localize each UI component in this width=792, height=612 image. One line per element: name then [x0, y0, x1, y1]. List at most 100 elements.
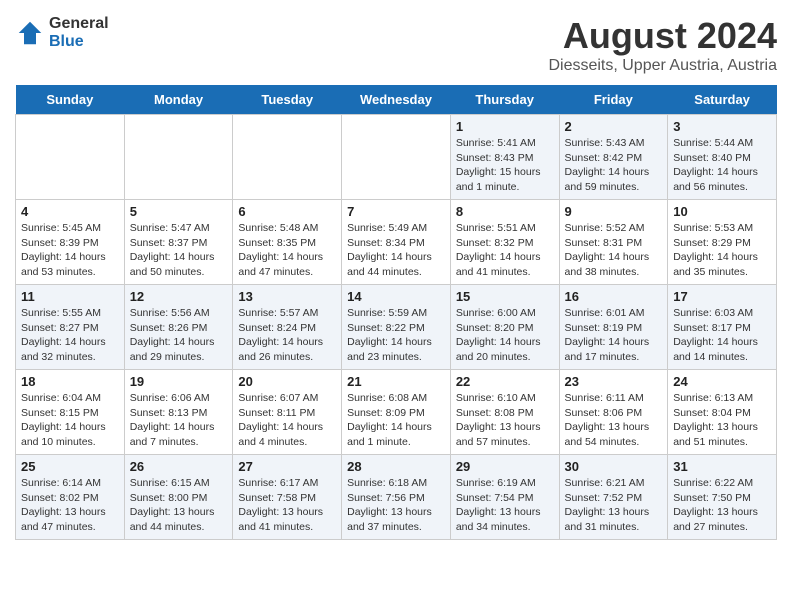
- day-info: Sunrise: 6:14 AM Sunset: 8:02 PM Dayligh…: [21, 476, 119, 535]
- day-number: 1: [456, 119, 554, 134]
- week-row-3: 11 Sunrise: 5:55 AM Sunset: 8:27 PM Dayli…: [16, 285, 777, 370]
- day-info: Sunrise: 5:56 AM Sunset: 8:26 PM Dayligh…: [130, 306, 228, 365]
- day-info: Sunrise: 6:01 AM Sunset: 8:19 PM Dayligh…: [565, 306, 663, 365]
- day-cell: 26 Sunrise: 6:15 AM Sunset: 8:00 PM Dayli…: [124, 455, 233, 540]
- day-cell: 15 Sunrise: 6:00 AM Sunset: 8:20 PM Dayli…: [450, 285, 559, 370]
- day-cell: 27 Sunrise: 6:17 AM Sunset: 7:58 PM Dayli…: [233, 455, 342, 540]
- day-number: 28: [347, 459, 445, 474]
- day-number: 26: [130, 459, 228, 474]
- day-cell: 19Sunrise: 6:06 AM Sunset: 8:13 PM Dayli…: [124, 370, 233, 455]
- calendar-table: SundayMondayTuesdayWednesdayThursdayFrid…: [15, 85, 777, 540]
- column-header-friday: Friday: [559, 85, 668, 115]
- day-cell: 23 Sunrise: 6:11 AM Sunset: 8:06 PM Dayli…: [559, 370, 668, 455]
- day-cell: 18Sunrise: 6:04 AM Sunset: 8:15 PM Dayli…: [16, 370, 125, 455]
- day-cell: 20 Sunrise: 6:07 AM Sunset: 8:11 PM Dayli…: [233, 370, 342, 455]
- main-title: August 2024: [548, 15, 777, 57]
- day-cell: 6 Sunrise: 5:48 AM Sunset: 8:35 PM Daylig…: [233, 200, 342, 285]
- day-info: Sunrise: 6:15 AM Sunset: 8:00 PM Dayligh…: [130, 476, 228, 535]
- day-cell: 24Sunrise: 6:13 AM Sunset: 8:04 PM Dayli…: [668, 370, 777, 455]
- day-cell: 13Sunrise: 5:57 AM Sunset: 8:24 PM Dayli…: [233, 285, 342, 370]
- day-info: Sunrise: 6:07 AM Sunset: 8:11 PM Dayligh…: [238, 391, 336, 450]
- day-cell: 25 Sunrise: 6:14 AM Sunset: 8:02 PM Dayli…: [16, 455, 125, 540]
- logo-general: General: [49, 15, 109, 33]
- day-cell: 8 Sunrise: 5:51 AM Sunset: 8:32 PM Daylig…: [450, 200, 559, 285]
- column-header-thursday: Thursday: [450, 85, 559, 115]
- day-cell: 3 Sunrise: 5:44 AM Sunset: 8:40 PM Daylig…: [668, 115, 777, 200]
- day-cell: 17 Sunrise: 6:03 AM Sunset: 8:17 PM Dayli…: [668, 285, 777, 370]
- day-info: Sunrise: 6:18 AM Sunset: 7:56 PM Dayligh…: [347, 476, 445, 535]
- day-info: Sunrise: 5:48 AM Sunset: 8:35 PM Dayligh…: [238, 221, 336, 280]
- day-info: Sunrise: 6:10 AM Sunset: 8:08 PM Dayligh…: [456, 391, 554, 450]
- week-row-2: 4 Sunrise: 5:45 AM Sunset: 8:39 PM Daylig…: [16, 200, 777, 285]
- day-cell: 1 Sunrise: 5:41 AM Sunset: 8:43 PM Daylig…: [450, 115, 559, 200]
- day-info: Sunrise: 5:44 AM Sunset: 8:40 PM Dayligh…: [673, 136, 771, 195]
- day-number: 12: [130, 289, 228, 304]
- day-cell: 4 Sunrise: 5:45 AM Sunset: 8:39 PM Daylig…: [16, 200, 125, 285]
- day-cell: 16 Sunrise: 6:01 AM Sunset: 8:19 PM Dayli…: [559, 285, 668, 370]
- day-number: 23: [565, 374, 663, 389]
- day-number: 15: [456, 289, 554, 304]
- day-number: 7: [347, 204, 445, 219]
- day-cell: 2Sunrise: 5:43 AM Sunset: 8:42 PM Daylig…: [559, 115, 668, 200]
- day-info: Sunrise: 5:55 AM Sunset: 8:27 PM Dayligh…: [21, 306, 119, 365]
- day-number: 5: [130, 204, 228, 219]
- week-row-5: 25 Sunrise: 6:14 AM Sunset: 8:02 PM Dayli…: [16, 455, 777, 540]
- day-cell: 28 Sunrise: 6:18 AM Sunset: 7:56 PM Dayli…: [342, 455, 451, 540]
- day-info: Sunrise: 6:11 AM Sunset: 8:06 PM Dayligh…: [565, 391, 663, 450]
- day-number: 6: [238, 204, 336, 219]
- day-number: 17: [673, 289, 771, 304]
- day-info: Sunrise: 5:41 AM Sunset: 8:43 PM Dayligh…: [456, 136, 554, 195]
- day-info: Sunrise: 5:59 AM Sunset: 8:22 PM Dayligh…: [347, 306, 445, 365]
- day-number: 31: [673, 459, 771, 474]
- day-number: 3: [673, 119, 771, 134]
- day-info: Sunrise: 6:13 AM Sunset: 8:04 PM Dayligh…: [673, 391, 771, 450]
- day-cell: 10Sunrise: 5:53 AM Sunset: 8:29 PM Dayli…: [668, 200, 777, 285]
- week-row-4: 18Sunrise: 6:04 AM Sunset: 8:15 PM Dayli…: [16, 370, 777, 455]
- day-info: Sunrise: 6:22 AM Sunset: 7:50 PM Dayligh…: [673, 476, 771, 535]
- day-cell: 31 Sunrise: 6:22 AM Sunset: 7:50 PM Dayli…: [668, 455, 777, 540]
- day-cell: [124, 115, 233, 200]
- day-cell: 5 Sunrise: 5:47 AM Sunset: 8:37 PM Daylig…: [124, 200, 233, 285]
- day-number: 22: [456, 374, 554, 389]
- day-cell: 14Sunrise: 5:59 AM Sunset: 8:22 PM Dayli…: [342, 285, 451, 370]
- day-info: Sunrise: 6:03 AM Sunset: 8:17 PM Dayligh…: [673, 306, 771, 365]
- day-number: 27: [238, 459, 336, 474]
- column-header-saturday: Saturday: [668, 85, 777, 115]
- day-info: Sunrise: 6:06 AM Sunset: 8:13 PM Dayligh…: [130, 391, 228, 450]
- day-info: Sunrise: 5:53 AM Sunset: 8:29 PM Dayligh…: [673, 221, 771, 280]
- column-header-wednesday: Wednesday: [342, 85, 451, 115]
- day-info: Sunrise: 5:47 AM Sunset: 8:37 PM Dayligh…: [130, 221, 228, 280]
- day-info: Sunrise: 6:00 AM Sunset: 8:20 PM Dayligh…: [456, 306, 554, 365]
- day-number: 11: [21, 289, 119, 304]
- day-cell: 12 Sunrise: 5:56 AM Sunset: 8:26 PM Dayli…: [124, 285, 233, 370]
- day-info: Sunrise: 6:21 AM Sunset: 7:52 PM Dayligh…: [565, 476, 663, 535]
- day-number: 16: [565, 289, 663, 304]
- day-number: 29: [456, 459, 554, 474]
- day-number: 9: [565, 204, 663, 219]
- day-cell: [233, 115, 342, 200]
- day-info: Sunrise: 5:43 AM Sunset: 8:42 PM Dayligh…: [565, 136, 663, 195]
- day-info: Sunrise: 5:45 AM Sunset: 8:39 PM Dayligh…: [21, 221, 119, 280]
- day-info: Sunrise: 5:52 AM Sunset: 8:31 PM Dayligh…: [565, 221, 663, 280]
- day-info: Sunrise: 6:08 AM Sunset: 8:09 PM Dayligh…: [347, 391, 445, 450]
- day-number: 21: [347, 374, 445, 389]
- header-row: SundayMondayTuesdayWednesdayThursdayFrid…: [16, 85, 777, 115]
- day-cell: 11 Sunrise: 5:55 AM Sunset: 8:27 PM Dayli…: [16, 285, 125, 370]
- day-cell: 21 Sunrise: 6:08 AM Sunset: 8:09 PM Dayli…: [342, 370, 451, 455]
- day-info: Sunrise: 6:19 AM Sunset: 7:54 PM Dayligh…: [456, 476, 554, 535]
- day-cell: 30 Sunrise: 6:21 AM Sunset: 7:52 PM Dayli…: [559, 455, 668, 540]
- day-number: 25: [21, 459, 119, 474]
- column-header-monday: Monday: [124, 85, 233, 115]
- day-cell: [16, 115, 125, 200]
- page-header: General Blue August 2024 Diesseits, Uppe…: [15, 15, 777, 75]
- day-number: 4: [21, 204, 119, 219]
- subtitle: Diesseits, Upper Austria, Austria: [548, 57, 777, 75]
- day-info: Sunrise: 5:51 AM Sunset: 8:32 PM Dayligh…: [456, 221, 554, 280]
- day-info: Sunrise: 6:17 AM Sunset: 7:58 PM Dayligh…: [238, 476, 336, 535]
- day-number: 18: [21, 374, 119, 389]
- logo-icon: [15, 18, 45, 48]
- day-number: 8: [456, 204, 554, 219]
- day-number: 30: [565, 459, 663, 474]
- title-area: August 2024 Diesseits, Upper Austria, Au…: [548, 15, 777, 75]
- day-number: 20: [238, 374, 336, 389]
